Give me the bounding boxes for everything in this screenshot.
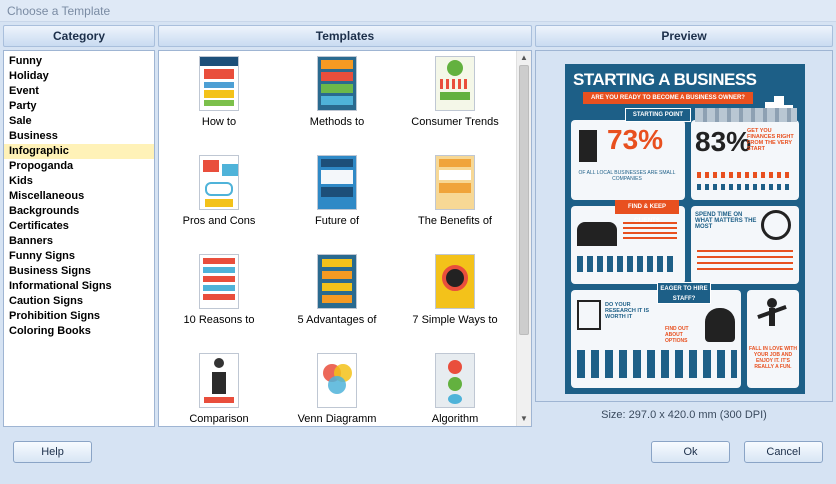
template-thumbnail: [199, 155, 239, 210]
poster-subtitle: ARE YOU READY TO BECOME A BUSINESS OWNER…: [583, 92, 753, 104]
category-item[interactable]: Certificates: [4, 219, 154, 234]
template-label: 5 Advantages of: [297, 314, 377, 326]
people-icon: [579, 130, 597, 162]
template-thumbnail: [435, 56, 475, 111]
template-future-of[interactable]: Future of: [282, 155, 392, 227]
poster-spend-time: SPEND TIME ON WHAT MATTERS THE MOST: [695, 212, 757, 230]
template-label: Comparison: [189, 413, 249, 425]
template-thumbnail: [435, 155, 475, 210]
templates-header: Templates: [158, 25, 532, 47]
preview-size-label: Size: 297.0 x 420.0 mm (300 DPI): [601, 409, 767, 421]
templates-scrollbar[interactable]: ▲ ▼: [516, 51, 531, 426]
template-label: Pros and Cons: [182, 215, 256, 227]
category-item[interactable]: Caution Signs: [4, 294, 154, 309]
template-label: The Benefits of: [418, 215, 492, 227]
template-label: 10 Reasons to: [183, 314, 255, 326]
poster-percent-1: 73%: [607, 124, 664, 155]
poster-research: DO YOUR RESEARCH IT IS WORTH IT: [605, 302, 650, 320]
template-consumer-trends[interactable]: Consumer Trends: [400, 56, 510, 128]
category-item[interactable]: Coloring Books: [4, 324, 154, 339]
template-thumbnail: [199, 56, 239, 111]
template-pros-and-cons[interactable]: Pros and Cons: [164, 155, 274, 227]
template-label: Venn Diagramm: [297, 413, 377, 425]
poster-find-clients: FIND & KEEP CLIENTS: [615, 200, 679, 224]
poster-love: FALL IN LOVE WITH YOUR JOB AND ENJOY IT.…: [749, 346, 797, 370]
scroll-up-icon[interactable]: ▲: [517, 51, 531, 65]
category-item[interactable]: Backgrounds: [4, 204, 154, 219]
template-thumbnail: [199, 254, 239, 309]
category-item[interactable]: Banners: [4, 234, 154, 249]
scroll-down-icon[interactable]: ▼: [517, 412, 531, 426]
template-venn-diagramm[interactable]: Venn Diagramm: [282, 353, 392, 425]
template-methods-to[interactable]: Methods to: [282, 56, 392, 128]
title-bar: Choose a Template: [0, 0, 836, 22]
template-thumbnail: [435, 353, 475, 408]
category-item[interactable]: Business: [4, 129, 154, 144]
category-item[interactable]: Sale: [4, 114, 154, 129]
templates-grid[interactable]: How to Methods to Consumer Trends Pros a…: [158, 50, 532, 427]
poster-percent-2: 83%: [695, 126, 752, 157]
clipboard-icon: [577, 300, 601, 330]
template-10-reasons-to[interactable]: 10 Reasons to: [164, 254, 274, 326]
template-the-benefits-of[interactable]: The Benefits of: [400, 155, 510, 227]
template-how-to[interactable]: How to: [164, 56, 274, 128]
template-7-simple-ways-to[interactable]: 7 Simple Ways to: [400, 254, 510, 326]
template-thumbnail: [317, 254, 357, 309]
category-item[interactable]: Prohibition Signs: [4, 309, 154, 324]
clients-icon: [577, 222, 617, 246]
preview-header: Preview: [535, 25, 833, 47]
chain-icon: [695, 108, 797, 122]
cancel-button[interactable]: Cancel: [744, 441, 823, 463]
window-title: Choose a Template: [7, 4, 111, 18]
template-algorithm[interactable]: Algorithm: [400, 353, 510, 425]
jumping-person-icon: [757, 298, 787, 338]
category-item[interactable]: Funny: [4, 54, 154, 69]
scrollbar-thumb[interactable]: [519, 65, 529, 335]
ok-button[interactable]: Ok: [651, 441, 730, 463]
template-5-advantages-of[interactable]: 5 Advantages of: [282, 254, 392, 326]
category-item-selected[interactable]: Infographic: [4, 144, 154, 159]
preview-panel: STARTING A BUSINESS ARE YOU READY TO BEC…: [535, 50, 833, 402]
template-thumbnail: [317, 353, 357, 408]
template-label: Future of: [314, 215, 360, 227]
poster-percent-1-caption: OF ALL LOCAL BUSINESSES ARE SMALL COMPAN…: [578, 170, 676, 182]
template-comparison[interactable]: Comparison: [164, 353, 274, 425]
category-item[interactable]: Funny Signs: [4, 249, 154, 264]
category-item[interactable]: Business Signs: [4, 264, 154, 279]
category-item[interactable]: Party: [4, 99, 154, 114]
help-button[interactable]: Help: [13, 441, 92, 463]
template-label: 7 Simple Ways to: [412, 314, 498, 326]
category-item[interactable]: Holiday: [4, 69, 154, 84]
template-thumbnail: [199, 353, 239, 408]
template-label: How to: [201, 116, 237, 128]
template-label: Consumer Trends: [411, 116, 499, 128]
template-preview-image: STARTING A BUSINESS ARE YOU READY TO BEC…: [565, 64, 805, 394]
template-thumbnail: [317, 56, 357, 111]
category-header: Category: [3, 25, 155, 47]
head-icon: [705, 308, 735, 342]
template-thumbnail: [435, 254, 475, 309]
hourglass-icon: [761, 210, 791, 240]
category-item[interactable]: Miscellaneous: [4, 189, 154, 204]
poster-finances: GET YOU FINANCES RIGHT FROM THE VERY STA…: [747, 128, 794, 152]
category-item[interactable]: Propoganda: [4, 159, 154, 174]
category-list[interactable]: Funny Holiday Event Party Sale Business …: [3, 50, 155, 427]
template-thumbnail: [317, 155, 357, 210]
poster-hire: EAGER TO HIRE STAFF?: [657, 282, 711, 304]
poster-title: STARTING A BUSINESS: [573, 70, 757, 89]
category-item[interactable]: Informational Signs: [4, 279, 154, 294]
template-label: Algorithm: [431, 413, 479, 425]
template-label: Methods to: [309, 116, 365, 128]
poster-starting-point: STARTING POINT: [625, 108, 691, 122]
category-item[interactable]: Kids: [4, 174, 154, 189]
poster-options: FIND OUT ABOUT OPTIONS: [665, 326, 689, 344]
category-item[interactable]: Event: [4, 84, 154, 99]
